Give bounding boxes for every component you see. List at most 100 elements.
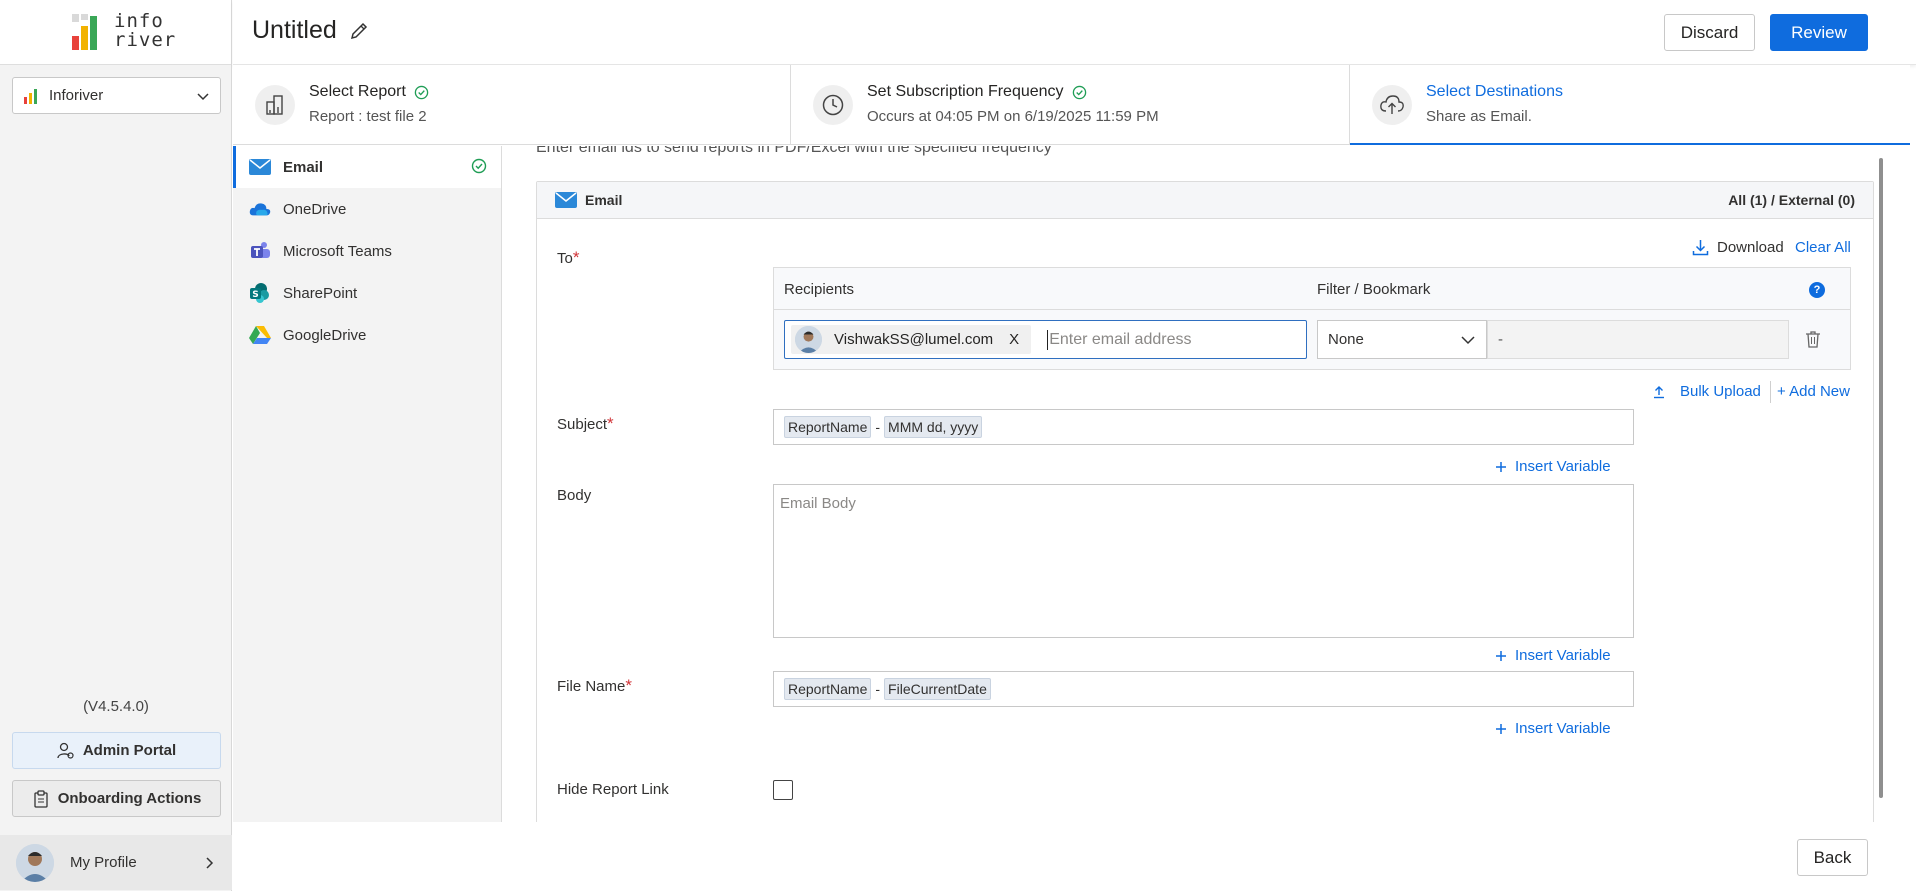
insert-variable-file-name[interactable]: Insert Variable xyxy=(1495,720,1611,737)
add-new-link[interactable]: + Add New xyxy=(1777,383,1850,400)
workspace-label: Inforiver xyxy=(49,87,104,104)
divider xyxy=(1770,381,1771,403)
scrollbar[interactable] xyxy=(1879,158,1883,798)
back-button[interactable]: Back xyxy=(1797,839,1868,876)
token-separator: - xyxy=(875,681,881,697)
destination-label: Email xyxy=(283,158,324,176)
app-sidebar: info river Inforiver (V4.5.4.0) Admin Po… xyxy=(0,0,232,891)
filter-value: None xyxy=(1328,331,1364,348)
email-icon xyxy=(555,192,577,208)
report-title: Untitled xyxy=(252,16,337,44)
my-profile-button[interactable]: My Profile xyxy=(0,835,232,890)
recipients-table-header: Recipients Filter / Bookmark ? xyxy=(774,268,1850,310)
help-icon[interactable]: ? xyxy=(1809,282,1825,298)
email-icon xyxy=(249,156,271,178)
edit-pencil-icon[interactable] xyxy=(349,21,369,41)
upload-icon xyxy=(1654,385,1664,398)
plus-icon xyxy=(1496,723,1506,734)
my-profile-label: My Profile xyxy=(70,854,137,871)
insert-variable-body[interactable]: Insert Variable xyxy=(1495,647,1611,664)
page-footer: Back xyxy=(233,822,1916,891)
logo-text: info river xyxy=(114,10,177,51)
avatar xyxy=(16,843,54,882)
onboarding-actions-button[interactable]: Onboarding Actions xyxy=(12,780,221,817)
download-label: Download xyxy=(1717,239,1784,256)
check-circle-icon xyxy=(1072,85,1086,99)
bulk-upload-label: Bulk Upload xyxy=(1680,383,1761,400)
workspace-select[interactable]: Inforiver xyxy=(12,77,221,114)
destination-sharepoint[interactable]: S SharePoint xyxy=(233,272,501,314)
body-label: Body xyxy=(557,487,592,504)
destination-nav: Email OneDrive Microsoft Teams S SharePo… xyxy=(233,146,502,822)
plus-icon xyxy=(1496,461,1506,472)
clear-all-link[interactable]: Clear All xyxy=(1795,239,1851,256)
email-settings-panel: Enter email ids to send reports in PDF/E… xyxy=(503,146,1888,822)
remove-recipient-button[interactable]: X xyxy=(1009,331,1019,348)
variable-token: FileCurrentDate xyxy=(884,678,991,700)
app-version: (V4.5.4.0) xyxy=(83,698,149,715)
step-subtitle: Report : test file 2 xyxy=(309,108,427,125)
email-placeholder[interactable]: Enter email address xyxy=(1049,331,1191,349)
plus-icon xyxy=(1496,650,1506,661)
subject-input[interactable]: ReportName - MMM dd, yyyy xyxy=(773,409,1634,445)
insert-variable-label: Insert Variable xyxy=(1515,458,1611,475)
recipients-header: Recipients xyxy=(784,281,855,298)
admin-portal-button[interactable]: Admin Portal xyxy=(12,732,221,769)
destination-microsoft-teams[interactable]: Microsoft Teams xyxy=(233,230,501,272)
chevron-down-icon xyxy=(197,92,209,100)
check-circle-icon xyxy=(471,158,487,174)
step-select-destinations[interactable]: Select Destinations Share as Email. xyxy=(1350,65,1910,145)
bulk-upload-button[interactable]: Bulk Upload xyxy=(1652,383,1761,400)
recipient-counts: All (1) / External (0) xyxy=(1728,192,1855,208)
admin-portal-label: Admin Portal xyxy=(82,742,177,759)
cloud-upload-icon xyxy=(1372,85,1412,125)
recipient-chip: VishwakSS@lumel.com X xyxy=(791,325,1032,354)
filter-bookmark-header: Filter / Bookmark xyxy=(1317,281,1431,298)
subject-label: Subject* xyxy=(557,414,614,433)
avatar xyxy=(795,326,822,353)
file-name-input[interactable]: ReportName - FileCurrentDate xyxy=(773,671,1634,707)
inforiver-logo-icon xyxy=(24,88,37,104)
svg-text:S: S xyxy=(252,290,258,300)
insert-variable-subject[interactable]: Insert Variable xyxy=(1495,458,1611,475)
review-button[interactable]: Review xyxy=(1770,14,1868,51)
check-circle-icon xyxy=(414,85,429,99)
recipient-email-input[interactable]: VishwakSS@lumel.com X Enter email addres… xyxy=(784,320,1307,359)
step-subscription-frequency[interactable]: Set Subscription Frequency Occurs at 04:… xyxy=(791,65,1350,145)
step-title: Select Report xyxy=(309,83,406,100)
step-title: Set Subscription Frequency xyxy=(867,83,1064,100)
teams-icon xyxy=(249,240,271,262)
onboarding-actions-label: Onboarding Actions xyxy=(57,790,202,807)
filter-bookmark-select[interactable]: None xyxy=(1317,320,1487,359)
email-body-input[interactable]: Email Body xyxy=(773,484,1634,638)
email-card: Email All (1) / External (0) To* Downloa… xyxy=(536,181,1874,822)
destination-onedrive[interactable]: OneDrive xyxy=(233,188,501,230)
hide-report-link-checkbox[interactable] xyxy=(773,780,793,800)
download-button[interactable]: Download xyxy=(1692,239,1784,256)
page-title: Untitled xyxy=(252,16,369,45)
admin-user-icon xyxy=(57,742,74,759)
logo-bars-icon xyxy=(72,14,108,50)
clipboard-icon xyxy=(34,789,48,808)
page-header: Untitled Discard Review xyxy=(233,0,1916,65)
hide-report-link-label: Hide Report Link xyxy=(557,781,669,798)
recipient-email: VishwakSS@lumel.com xyxy=(834,331,994,348)
google-drive-icon xyxy=(249,324,271,346)
destination-email[interactable]: Email xyxy=(233,146,501,188)
chevron-right-icon xyxy=(206,856,214,869)
step-title: Select Destinations xyxy=(1426,83,1563,100)
recipients-table: Recipients Filter / Bookmark ? VishwakSS… xyxy=(773,267,1851,370)
delete-icon[interactable] xyxy=(1803,329,1823,349)
report-chart-icon xyxy=(255,85,295,125)
text-cursor xyxy=(1047,329,1049,350)
discard-button[interactable]: Discard xyxy=(1664,14,1755,51)
insert-variable-label: Insert Variable xyxy=(1515,720,1611,737)
instruction-text: Enter email ids to send reports in PDF/E… xyxy=(536,146,1052,156)
onedrive-icon xyxy=(249,198,271,220)
download-icon xyxy=(1692,240,1709,256)
destination-googledrive[interactable]: GoogleDrive xyxy=(233,314,501,356)
destination-label: SharePoint xyxy=(283,284,358,302)
email-card-header: Email All (1) / External (0) xyxy=(537,182,1873,219)
token-separator: - xyxy=(875,419,881,435)
step-select-report[interactable]: Select Report Report : test file 2 xyxy=(233,65,791,145)
